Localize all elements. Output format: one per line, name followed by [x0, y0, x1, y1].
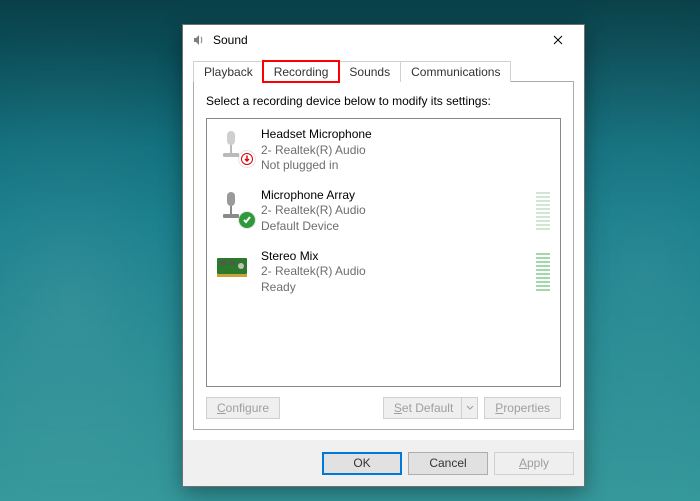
device-name: Microphone Array — [261, 188, 526, 204]
device-name: Headset Microphone — [261, 127, 550, 143]
unplugged-badge-icon — [239, 151, 255, 167]
sound-card-icon — [215, 249, 251, 285]
device-sub: 2- Realtek(R) Audio — [261, 203, 526, 219]
configure-button[interactable]: Configure — [206, 397, 280, 419]
device-item-headset-microphone[interactable]: Headset Microphone 2- Realtek(R) Audio N… — [207, 119, 560, 180]
tab-strip: Playback Recording Sounds Communications — [193, 61, 574, 82]
instruction-text: Select a recording device below to modif… — [206, 94, 561, 108]
device-name: Stereo Mix — [261, 249, 526, 265]
ok-button[interactable]: OK — [322, 452, 402, 475]
sound-dialog: Sound Playback Recording Sounds Communic… — [182, 24, 585, 487]
level-meter — [536, 253, 550, 291]
device-status: Default Device — [261, 219, 526, 235]
device-status: Ready — [261, 280, 526, 296]
dialog-footer: OK Cancel Apply — [183, 440, 584, 486]
panel-button-row: Configure Set Default Properties — [206, 397, 561, 419]
cancel-button[interactable]: Cancel — [408, 452, 488, 475]
device-status: Not plugged in — [261, 158, 550, 174]
close-button[interactable] — [538, 26, 578, 54]
window-title: Sound — [213, 33, 538, 47]
device-item-stereo-mix[interactable]: Stereo Mix 2- Realtek(R) Audio Ready — [207, 241, 560, 302]
dialog-content: Playback Recording Sounds Communications… — [183, 55, 584, 440]
device-sub: 2- Realtek(R) Audio — [261, 264, 526, 280]
chevron-down-icon[interactable] — [461, 398, 477, 418]
apply-button[interactable]: Apply — [494, 452, 574, 475]
tab-panel-recording: Select a recording device below to modif… — [193, 81, 574, 430]
tab-playback[interactable]: Playback — [193, 61, 264, 82]
set-default-button[interactable]: Set Default — [383, 397, 478, 419]
device-sub: 2- Realtek(R) Audio — [261, 143, 550, 159]
sound-icon — [191, 32, 207, 48]
microphone-icon — [215, 188, 251, 224]
tab-recording[interactable]: Recording — [263, 61, 340, 82]
recording-device-list[interactable]: Headset Microphone 2- Realtek(R) Audio N… — [206, 118, 561, 387]
device-item-microphone-array[interactable]: Microphone Array 2- Realtek(R) Audio Def… — [207, 180, 560, 241]
level-meter — [536, 192, 550, 230]
properties-button[interactable]: Properties — [484, 397, 561, 419]
microphone-icon — [215, 127, 251, 163]
default-check-badge-icon — [239, 212, 255, 228]
tab-sounds[interactable]: Sounds — [338, 61, 401, 82]
titlebar: Sound — [183, 25, 584, 55]
tab-communications[interactable]: Communications — [400, 61, 511, 82]
